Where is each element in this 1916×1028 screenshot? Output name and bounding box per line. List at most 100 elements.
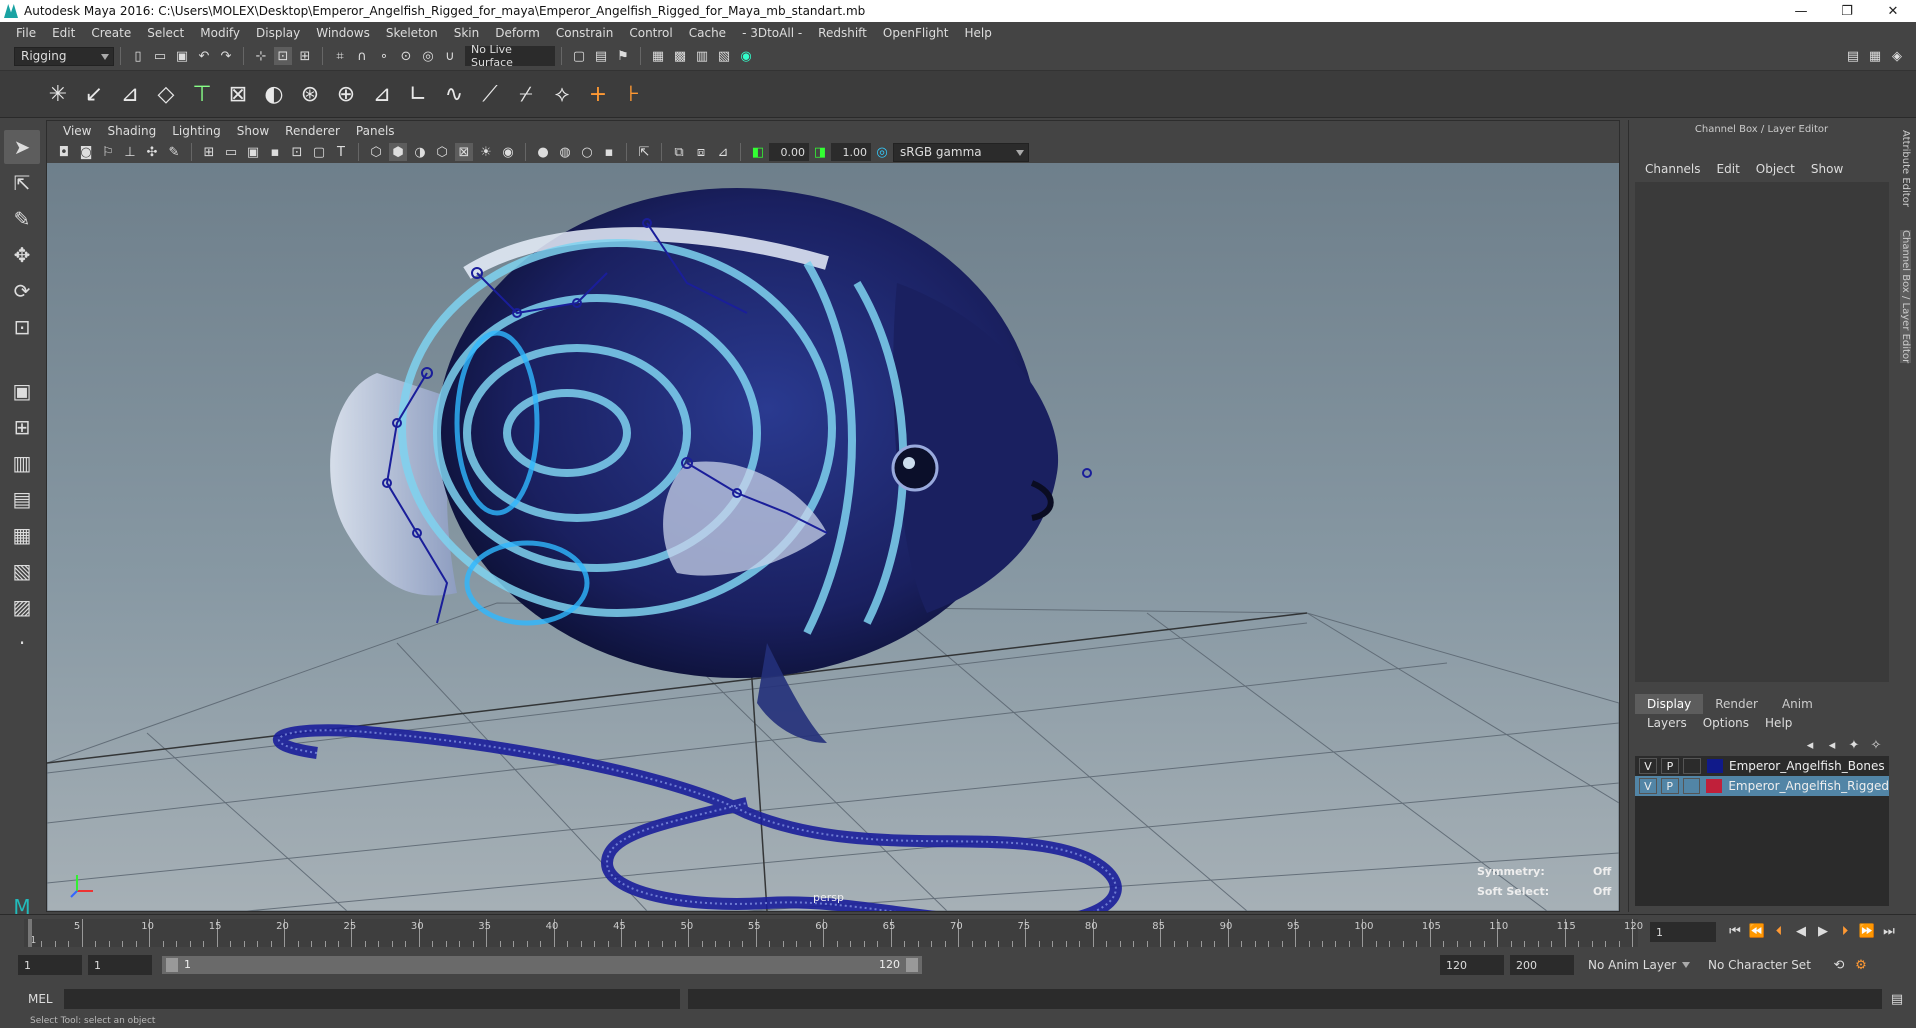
menu-skeleton[interactable]: Skeleton xyxy=(378,26,446,40)
rigid-bind-icon[interactable]: ⟋ xyxy=(475,79,505,109)
film-gate-icon[interactable]: ▭ xyxy=(222,143,240,161)
new-layer-icon[interactable]: ✦ xyxy=(1845,736,1863,754)
step-forward-key-icon[interactable]: ⏩ xyxy=(1858,922,1876,940)
character-set-dropdown[interactable]: No Character Set xyxy=(1702,955,1824,975)
new-scene-icon[interactable]: ▯ xyxy=(129,47,147,65)
range-start-handle[interactable] xyxy=(166,958,178,972)
insert-joint-icon[interactable]: ◇ xyxy=(151,79,181,109)
layer-display-type-toggle[interactable] xyxy=(1682,778,1701,794)
playback-end-field[interactable]: 120 xyxy=(1440,955,1504,975)
anim-layer-dropdown[interactable]: No Anim Layer xyxy=(1582,955,1694,975)
xray-icon[interactable]: ⧉ xyxy=(670,143,688,161)
start-time-field[interactable]: 1 xyxy=(18,955,82,975)
command-input[interactable] xyxy=(64,989,680,1009)
panel-menu-show[interactable]: Show xyxy=(229,124,277,138)
snap-surface-icon[interactable]: ◎ xyxy=(419,47,437,65)
magnet-icon[interactable]: ∪ xyxy=(441,47,459,65)
2d-pan-icon[interactable]: ✣ xyxy=(143,143,161,161)
select-tool-icon[interactable]: ➤ xyxy=(4,130,40,164)
3d-viewport[interactable]: Symmetry: Off Soft Select: Off persp xyxy=(47,163,1619,911)
menu-deform[interactable]: Deform xyxy=(487,26,548,40)
layer-color-swatch[interactable] xyxy=(1707,759,1723,773)
menu-modify[interactable]: Modify xyxy=(192,26,248,40)
panel-menu-renderer[interactable]: Renderer xyxy=(277,124,348,138)
outliner-view-icon[interactable]: ▤ xyxy=(4,482,40,516)
menu-edit[interactable]: Edit xyxy=(44,26,83,40)
play-forwards-icon[interactable]: ▶ xyxy=(1814,922,1832,940)
shadows-icon[interactable]: ◉ xyxy=(499,143,517,161)
depth-of-field-icon[interactable]: ▪ xyxy=(600,143,618,161)
time-ruler[interactable]: 1 5 10 15 20 25 30 35 40 45 50 55 60 65 70 75 80 85 90 95 10… xyxy=(24,919,1643,947)
go-to-start-icon[interactable]: ⏮ xyxy=(1726,922,1744,940)
snap-point-icon[interactable]: ∘ xyxy=(375,47,393,65)
script-editor-icon[interactable]: ▤ xyxy=(1888,990,1906,1008)
wireframe-on-shaded-icon[interactable]: ⬡ xyxy=(433,143,451,161)
layout-icon[interactable]: ◈ xyxy=(1888,47,1906,65)
input-ops-icon[interactable]: ▢ xyxy=(570,47,588,65)
menu-cache[interactable]: Cache xyxy=(681,26,734,40)
snap-view-icon[interactable]: ⊙ xyxy=(397,47,415,65)
graph-view-icon[interactable]: ▦ xyxy=(4,518,40,552)
point-constraint-icon[interactable]: + xyxy=(583,79,613,109)
select-component-icon[interactable]: ⊞ xyxy=(296,47,314,65)
command-language-label[interactable]: MEL xyxy=(28,992,64,1006)
layer-row[interactable]: V P Emperor_Angelfish_Bones xyxy=(1635,756,1889,776)
tab-anim[interactable]: Anim xyxy=(1770,694,1825,714)
edit-menu[interactable]: Edit xyxy=(1709,162,1748,176)
range-slider-bar[interactable]: 1 120 xyxy=(162,956,922,974)
smooth-shade-icon[interactable]: ⬢ xyxy=(389,143,407,161)
menu-select[interactable]: Select xyxy=(139,26,192,40)
lattice-icon[interactable]: ⊠ xyxy=(223,79,253,109)
select-hierarchy-icon[interactable]: ⊹ xyxy=(252,47,270,65)
menu-file[interactable]: File xyxy=(8,26,44,40)
camera-select-icon[interactable]: ◘ xyxy=(55,143,73,161)
image-plane-icon[interactable]: ⊥ xyxy=(121,143,139,161)
bind-skin-icon[interactable]: ⊿ xyxy=(367,79,397,109)
menu-redshift[interactable]: Redshift xyxy=(810,26,875,40)
toggle-panels-icon[interactable]: ▦ xyxy=(1866,47,1884,65)
layer-visibility-toggle[interactable]: V xyxy=(1639,758,1657,774)
xray-components-icon[interactable]: ⊿ xyxy=(714,143,732,161)
move-layer-down-icon[interactable]: ◂ xyxy=(1823,736,1841,754)
default-material-icon[interactable]: ◑ xyxy=(411,143,429,161)
gamma-icon[interactable]: ◨ xyxy=(811,143,829,161)
menu-skin[interactable]: Skin xyxy=(446,26,488,40)
tab-render[interactable]: Render xyxy=(1703,694,1770,714)
layer-playback-toggle[interactable]: P xyxy=(1661,758,1679,774)
anti-alias-icon[interactable]: ○ xyxy=(578,143,596,161)
safe-title-icon[interactable]: T xyxy=(332,143,350,161)
panel-menu-view[interactable]: View xyxy=(55,124,99,138)
snap-curve-icon[interactable]: ∩ xyxy=(353,47,371,65)
undo-icon[interactable]: ↶ xyxy=(195,47,213,65)
go-to-end-icon[interactable]: ⏭ xyxy=(1880,922,1898,940)
use-all-lights-icon[interactable]: ☀ xyxy=(477,143,495,161)
mirror-joint-icon[interactable]: ⊤ xyxy=(187,79,217,109)
gate-mask-icon[interactable]: ▪ xyxy=(266,143,284,161)
render-current-icon[interactable]: ▩ xyxy=(671,47,689,65)
snap-grid-icon[interactable]: ⌗ xyxy=(331,47,349,65)
isolate-select-icon[interactable]: ⇱ xyxy=(635,143,653,161)
custom-layout-icon[interactable]: ▨ xyxy=(4,590,40,624)
menu-display[interactable]: Display xyxy=(248,26,308,40)
end-time-field[interactable]: 200 xyxy=(1510,955,1574,975)
play-backwards-icon[interactable]: ◀ xyxy=(1792,922,1810,940)
select-object-icon[interactable]: ⊡ xyxy=(274,47,292,65)
safe-action-icon[interactable]: ▢ xyxy=(310,143,328,161)
object-menu[interactable]: Object xyxy=(1748,162,1803,176)
paint-select-icon[interactable]: ✎ xyxy=(4,202,40,236)
wrap-icon[interactable]: ⊛ xyxy=(295,79,325,109)
panel-menu-panels[interactable]: Panels xyxy=(348,124,403,138)
panel-menu-shading[interactable]: Shading xyxy=(99,124,164,138)
single-view-icon[interactable]: ▣ xyxy=(4,374,40,408)
screen-space-ao-icon[interactable]: ● xyxy=(534,143,552,161)
field-chart-icon[interactable]: ⊡ xyxy=(288,143,306,161)
color-management-icon[interactable]: ◎ xyxy=(873,143,891,161)
close-button[interactable]: ✕ xyxy=(1870,0,1916,22)
rotate-tool-icon[interactable]: ⟳ xyxy=(4,274,40,308)
menuset-dropdown[interactable]: Rigging xyxy=(14,46,114,66)
step-back-frame-icon[interactable]: ⏴ xyxy=(1770,922,1788,940)
redo-icon[interactable]: ↷ xyxy=(217,47,235,65)
wire-icon[interactable]: ⊕ xyxy=(331,79,361,109)
minimize-button[interactable]: — xyxy=(1778,0,1824,22)
exposure-field[interactable]: 0.00 xyxy=(769,143,809,161)
